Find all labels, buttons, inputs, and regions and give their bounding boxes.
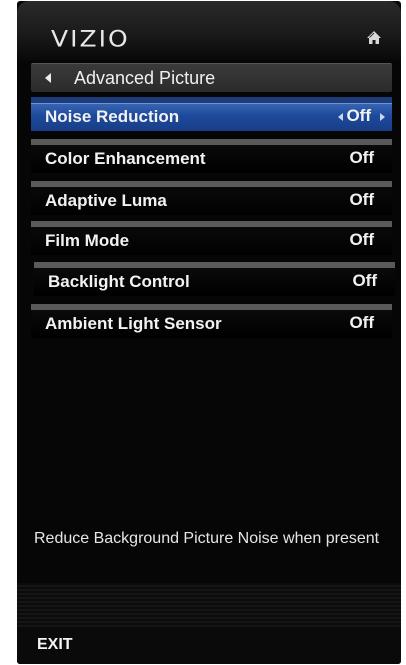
menu-item-label: Ambient Light Sensor — [45, 314, 222, 333]
exit-button[interactable]: EXIT — [37, 636, 73, 654]
menu-item-ambient-light-sensor[interactable]: Ambient Light Sensor Off — [31, 304, 392, 338]
menu-item-color-enhancement[interactable]: Color Enhancement Off — [31, 139, 392, 173]
menu-item-backlight-control[interactable]: Backlight Control Off — [34, 262, 395, 296]
menu-item-label: Noise Reduction — [45, 107, 180, 126]
vizio-logo: VIZIO — [51, 26, 130, 53]
menu-item-value: Off — [349, 190, 374, 209]
menu-item-label: Adaptive Luma — [45, 191, 167, 210]
menu-item-film-mode[interactable]: Film Mode Off — [31, 221, 392, 255]
menu-item-label: Film Mode — [45, 231, 130, 250]
footer-bar: EXIT — [17, 627, 401, 664]
menu-title-bar[interactable]: Advanced Picture — [31, 63, 392, 92]
menu-title: Advanced Picture — [74, 68, 216, 88]
menu-item-value: Off — [349, 148, 374, 167]
menu-item-value: Off — [349, 230, 374, 249]
menu-item-value: Off — [346, 106, 371, 125]
menu-item-adaptive-luma[interactable]: Adaptive Luma Off — [31, 181, 392, 215]
value-increase-icon[interactable] — [380, 113, 385, 121]
menu-item-value: Off — [349, 313, 374, 332]
menu-item-value: Off — [352, 271, 377, 290]
menu-item-noise-reduction[interactable]: Noise Reduction Off — [31, 97, 392, 131]
tv-menu-panel: VIZIO Advanced Picture Noise Reduction O… — [17, 1, 401, 664]
menu-item-label: Color Enhancement — [45, 149, 206, 168]
home-icon[interactable] — [366, 30, 382, 45]
description-area-background — [17, 583, 401, 627]
back-arrow-icon[interactable] — [45, 73, 51, 83]
value-decrease-icon[interactable] — [338, 113, 343, 121]
help-description: Reduce Background Picture Noise when pre… — [34, 530, 380, 547]
menu-item-label: Backlight Control — [48, 272, 190, 291]
